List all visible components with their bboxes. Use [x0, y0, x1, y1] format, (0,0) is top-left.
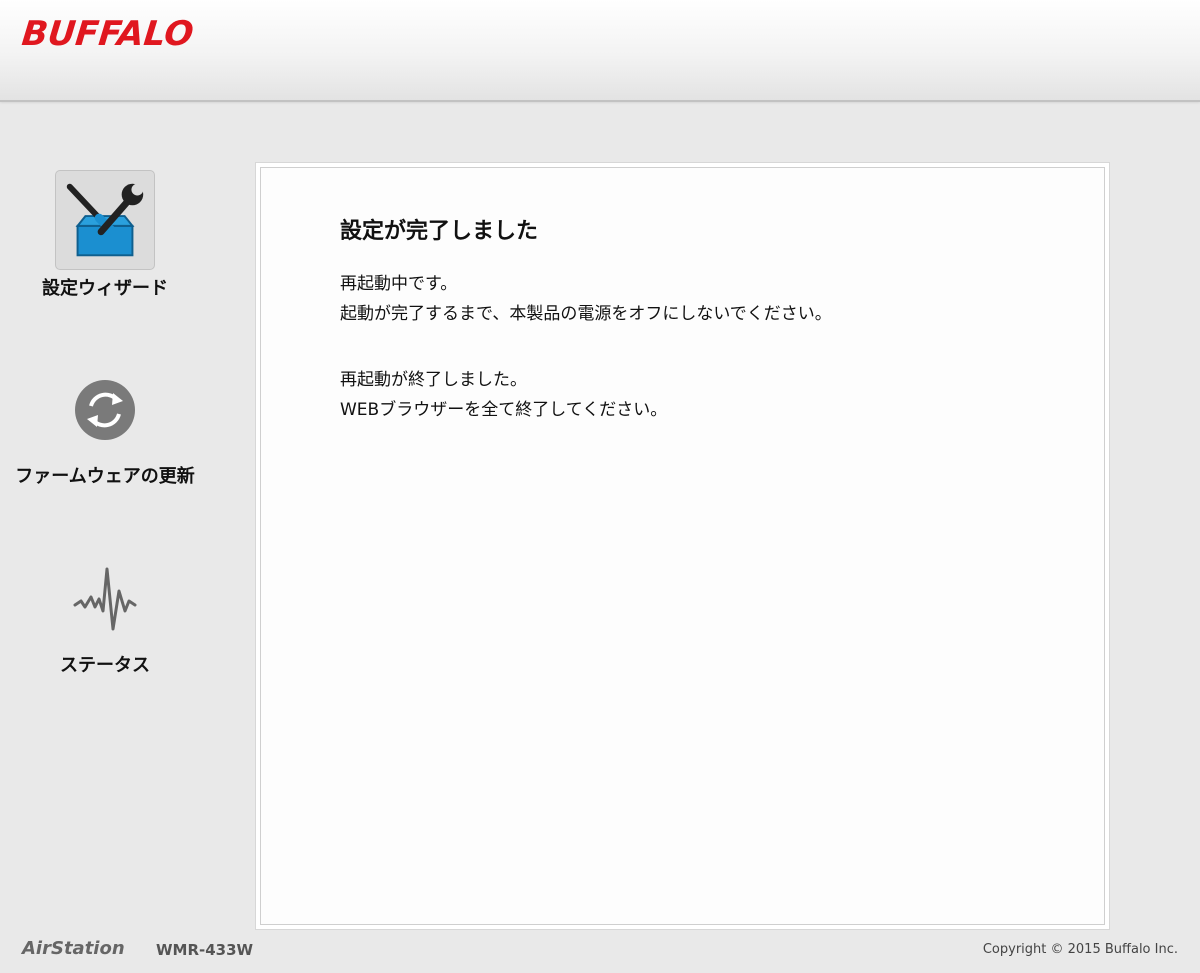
- pulse-waveform-icon[interactable]: [55, 549, 155, 649]
- copyright-text: Copyright © 2015 Buffalo Inc.: [982, 942, 1178, 957]
- sidebar-item-status[interactable]: ステータス: [0, 549, 210, 677]
- message-reboot-complete: 再起動が終了しました。 WEBブラウザーを全て終了してください。: [340, 365, 667, 425]
- content-panel: 設定が完了しました 再起動中です。 起動が完了するまで、本製品の電源をオフにしな…: [256, 163, 1109, 929]
- message-line: 起動が完了するまで、本製品の電源をオフにしないでください。: [340, 304, 832, 324]
- sidebar-item-setup-wizard[interactable]: 設定ウィザード: [0, 170, 210, 300]
- message-line: WEBブラウザーを全て終了してください。: [340, 400, 668, 420]
- model-name: WMR-433W: [156, 941, 254, 959]
- message-rebooting: 再起動中です。 起動が完了するまで、本製品の電源をオフにしないでください。: [340, 269, 832, 329]
- message-line: 再起動中です。: [340, 274, 458, 294]
- sidebar-item-label: 設定ウィザード: [42, 278, 168, 299]
- sidebar-item-label: ファームウェアの更新: [15, 466, 195, 487]
- buffalo-logo[interactable]: BUFFALO: [20, 14, 195, 54]
- page-title: 設定が完了しました: [340, 219, 539, 244]
- toolbox-wrench-screwdriver-icon[interactable]: [55, 170, 155, 270]
- sidebar-item-firmware-update[interactable]: ファームウェアの更新: [0, 360, 210, 488]
- header-bar: BUFFALO: [0, 0, 1200, 102]
- sidebar-item-label: ステータス: [60, 655, 150, 676]
- refresh-arrows-icon[interactable]: [55, 360, 155, 460]
- message-line: 再起動が終了しました。: [340, 370, 527, 390]
- airstation-logo: AirStation: [22, 938, 125, 959]
